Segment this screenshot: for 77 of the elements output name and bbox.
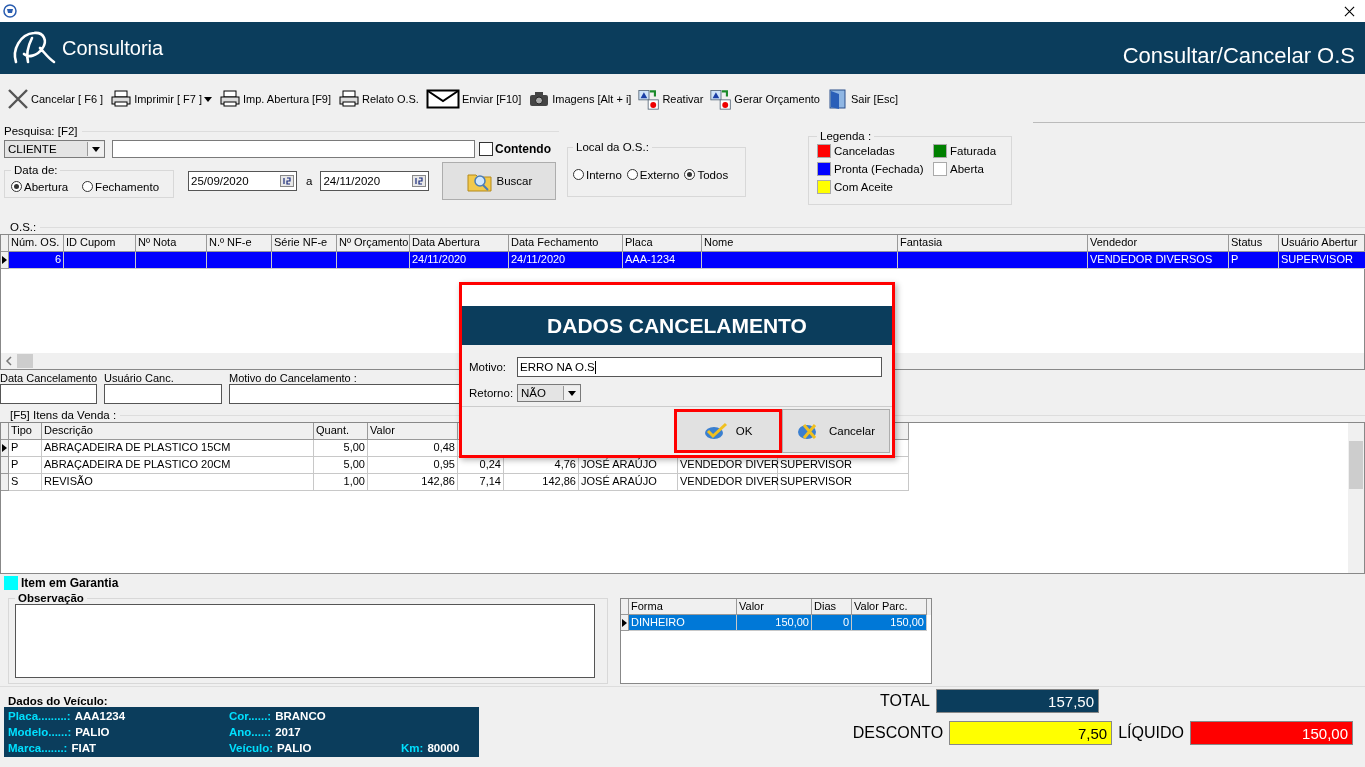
- field-label: Motivo:: [469, 361, 508, 373]
- table-cell: P: [9, 440, 42, 457]
- field-label: Modelo......:: [8, 726, 72, 738]
- total-value: 7,50: [949, 721, 1113, 745]
- table-cell: SUPERVISOR: [1279, 252, 1365, 269]
- field-label: Motivo do Cancelamento :: [229, 372, 358, 384]
- section-label: Pesquisa: [F2]: [4, 125, 78, 137]
- total-label: DESCONTO: [852, 724, 944, 742]
- group-label: Observação: [17, 592, 85, 604]
- table-cell: ABRAÇADEIRA DE PLASTICO 15CM: [42, 440, 314, 457]
- legend-label: Aberta: [950, 163, 984, 175]
- group-label: Legenda :: [819, 130, 873, 142]
- screen-title: Consultar/Cancelar O.S: [1122, 43, 1355, 69]
- section-label: Dados do Veículo:: [8, 695, 109, 707]
- field-value: PALIO: [277, 742, 312, 754]
- legend-label: Item em Garantia: [21, 576, 119, 590]
- dialog-title: DADOS CANCELAMENTO: [547, 313, 807, 338]
- field-label: Retorno:: [469, 387, 515, 399]
- table-cell: REVISÃO: [42, 474, 314, 491]
- field-value: FIAT: [71, 742, 97, 754]
- radio-label: Fechamento: [95, 180, 160, 193]
- legend-label: Faturada: [950, 145, 997, 157]
- table-cell: 142,86: [504, 474, 579, 491]
- field-value: PALIO: [75, 726, 110, 738]
- total-label: TOTAL: [879, 692, 930, 710]
- field-label: Usuário Canc.: [104, 372, 175, 384]
- field-label: Cor......:: [229, 710, 272, 722]
- table-cell: 24/11/2020: [410, 252, 509, 269]
- table-cell: VENDEDOR DIVER: [678, 474, 778, 491]
- table-cell: 0,48: [368, 440, 458, 457]
- field-label: Marca.......:: [8, 742, 68, 754]
- radio-label: Externo: [639, 168, 680, 181]
- logo-text: Consultoria: [62, 36, 164, 60]
- table-cell: 5,00: [314, 457, 368, 474]
- table-cell: 7,14: [458, 474, 504, 491]
- date-separator: a: [306, 175, 313, 187]
- table-cell: 150,00: [852, 615, 927, 631]
- table-cell: 142,86: [368, 474, 458, 491]
- table-cell: VENDEDOR DIVERSOS: [1088, 252, 1229, 269]
- legend-label: Com Aceite: [834, 181, 893, 193]
- table-cell: 150,00: [737, 615, 812, 631]
- total-label: LÍQUIDO: [1118, 724, 1184, 742]
- table-cell: S: [9, 474, 42, 491]
- field-label: Ano.....:: [229, 726, 272, 738]
- radio-label: Interno: [586, 168, 622, 181]
- table-cell: AAA-1234: [623, 252, 702, 269]
- table-cell: 6: [9, 252, 64, 269]
- field-value: 2017: [275, 726, 301, 738]
- field-label: Veículo:: [229, 742, 274, 754]
- legend-label: Pronta (Fechada): [834, 163, 924, 175]
- table-cell: JOSÉ ARAÚJO: [579, 474, 678, 491]
- total-value: 157,50: [936, 689, 1099, 713]
- radio-label: Todos: [697, 168, 729, 181]
- legend-label: Canceladas: [834, 145, 895, 157]
- radio-label: Abertura: [24, 180, 69, 193]
- table-cell: 0,95: [368, 457, 458, 474]
- table-cell: 0: [812, 615, 852, 631]
- table-cell: P: [9, 457, 42, 474]
- total-value: 150,00: [1190, 721, 1353, 745]
- field-value: AAA1234: [74, 710, 126, 722]
- checkbox-label: Contendo: [495, 142, 551, 156]
- table-cell: SUPERVISOR: [778, 474, 909, 491]
- field-value: 80000: [427, 742, 460, 754]
- table-cell: P: [1229, 252, 1279, 269]
- group-label: Data de:: [13, 164, 59, 176]
- field-label: Data Cancelamento: [0, 372, 97, 384]
- table-cell: ABRAÇADEIRA DE PLASTICO 20CM: [42, 457, 314, 474]
- table-cell: DINHEIRO: [629, 615, 737, 631]
- field-value: BRANCO: [275, 710, 326, 722]
- field-label: Placa.........:: [8, 710, 71, 722]
- table-cell: 24/11/2020: [509, 252, 623, 269]
- section-label: O.S.:: [10, 221, 37, 233]
- table-cell: 1,00: [314, 474, 368, 491]
- section-label: [F5] Itens da Venda :: [10, 409, 117, 421]
- group-label: Local da O.S.:: [575, 141, 650, 153]
- field-label: Km:: [401, 742, 424, 754]
- table-cell: 5,00: [314, 440, 368, 457]
